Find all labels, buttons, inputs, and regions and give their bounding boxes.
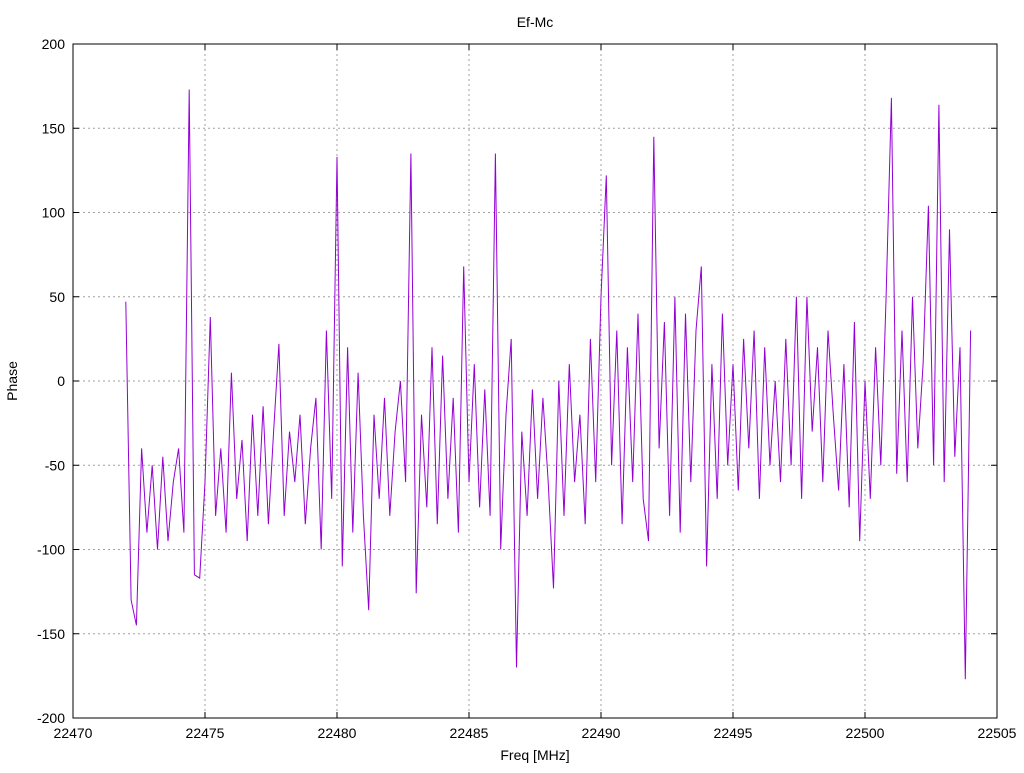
y-tick-label: 150 (42, 120, 66, 136)
x-tick-label: 22495 (714, 725, 753, 741)
phase-chart: 22470 22475 22480 22485 22490 22495 22500 22505… (4, 14, 1017, 763)
y-tick-label: 100 (42, 205, 66, 221)
y-axis-label: Phase (4, 361, 20, 401)
series (125, 89, 972, 680)
x-tick-label: 22485 (450, 725, 489, 741)
x-tick-label: 22500 (846, 725, 885, 741)
y-tick-label: -50 (45, 457, 65, 473)
y-tick-label: -200 (37, 710, 65, 726)
x-tick-label: 22505 (978, 725, 1017, 741)
y-tick-label: -150 (37, 626, 65, 642)
chart-title: Ef-Mc (517, 14, 554, 30)
x-tick-label: 22490 (582, 725, 621, 741)
y-tick-label: 50 (49, 289, 65, 305)
y-tick-label: 200 (42, 36, 66, 52)
x-tick-label: 22475 (186, 725, 225, 741)
x-axis-label: Freq [MHz] (500, 747, 569, 763)
x-tick-label: 22480 (318, 725, 357, 741)
y-tick-label: 0 (57, 373, 65, 389)
y-tick-label: -100 (37, 542, 65, 558)
x-tick-label: 22470 (54, 725, 93, 741)
ticks: 22470 22475 22480 22485 22490 22495 22500 22505… (37, 36, 1017, 741)
series-line (125, 89, 972, 680)
